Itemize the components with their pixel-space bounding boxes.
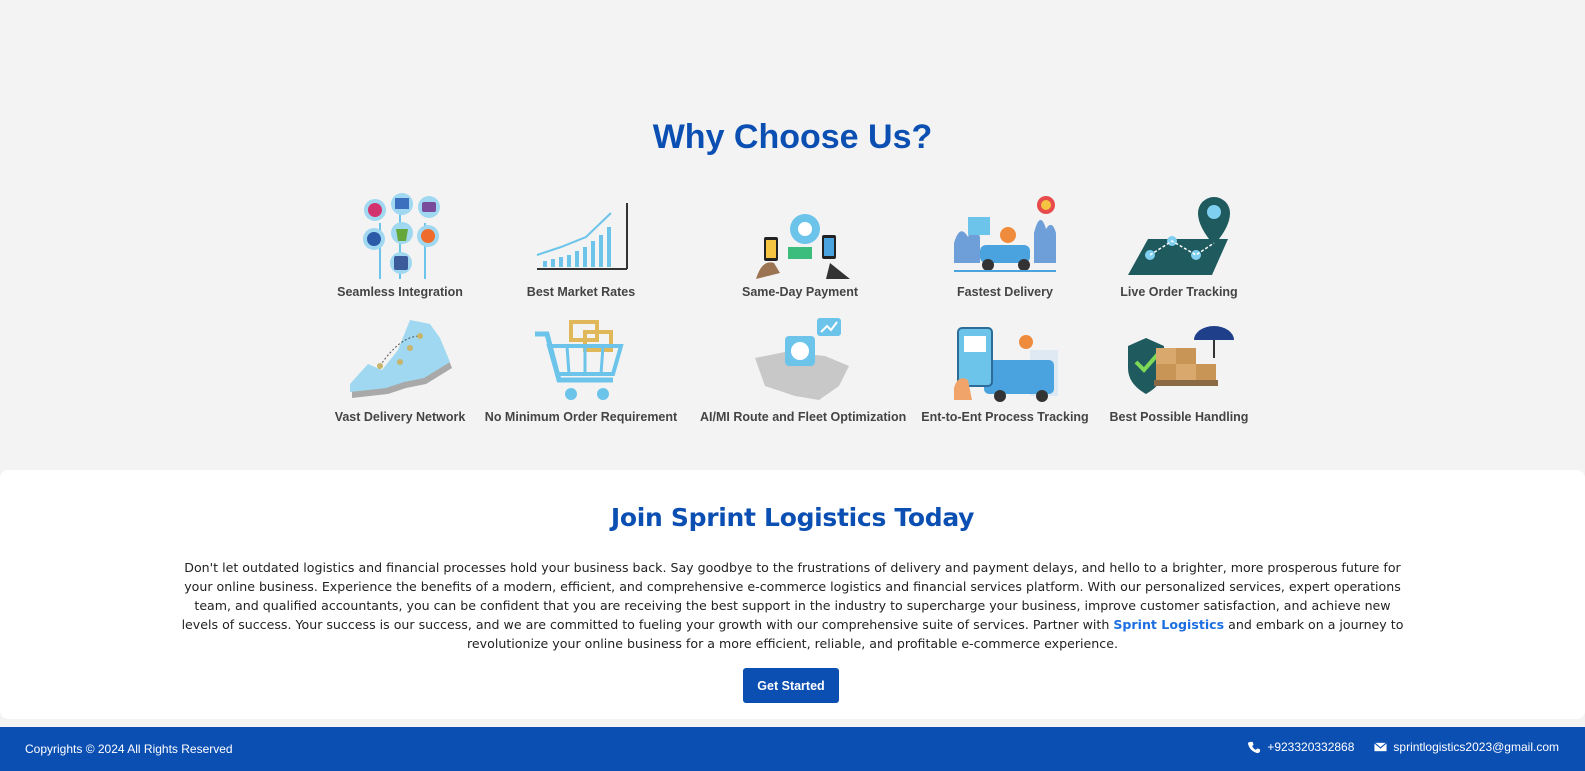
footer: Copyrights © 2024 All Rights Reserved +9… <box>0 727 1585 771</box>
feature-process-tracking: Ent-to-Ent Process Tracking <box>905 318 1105 424</box>
market-rates-icon <box>536 203 628 270</box>
email-icon <box>1374 742 1388 752</box>
integration-icon <box>363 193 440 279</box>
email-link[interactable]: sprintlogistics2023@gmail.com <box>1393 740 1559 754</box>
join-section: Join Sprint Logistics Today Don't let ou… <box>0 470 1585 719</box>
feature-label: Best Market Rates <box>526 285 636 299</box>
delivery-icon <box>954 196 1056 272</box>
get-started-button[interactable]: Get Started <box>743 668 839 703</box>
section-title: Why Choose Us? <box>652 118 933 156</box>
feature-label: AI/MI Route and Fleet Optimization <box>700 410 907 424</box>
copyright-text: Copyrights © 2024 All Rights Reserved <box>25 742 233 756</box>
feature-label: Same-Day Payment <box>741 285 859 299</box>
feature-live-order-tracking: Live Order Tracking <box>1079 193 1279 299</box>
feature-best-handling: Best Possible Handling <box>1079 318 1279 424</box>
tracking-icon <box>1128 197 1230 275</box>
feature-label: Live Order Tracking <box>1120 285 1238 299</box>
why-choose-us-section: Why Choose Us? Seamless Integration Best… <box>0 0 1585 470</box>
feature-seamless-integration: Seamless Integration <box>300 193 500 299</box>
process-tracking-icon <box>954 327 1058 402</box>
feature-label: Fastest Delivery <box>957 285 1053 299</box>
feature-label: Vast Delivery Network <box>334 410 466 424</box>
brand-name: Sprint Logistics <box>1113 617 1225 632</box>
payment-icon <box>756 214 850 279</box>
phone-link[interactable]: +923320332868 <box>1267 740 1354 754</box>
join-description: Don't let outdated logistics and financi… <box>180 558 1405 653</box>
feature-best-market-rates: Best Market Rates <box>481 193 681 299</box>
ai-route-icon <box>755 318 849 400</box>
feature-same-day-payment: Same-Day Payment <box>700 193 900 299</box>
phone-icon <box>1248 741 1261 753</box>
feature-label: Ent-to-Ent Process Tracking <box>921 410 1089 424</box>
footer-contact: +923320332868 sprintlogistics2023@gmail.… <box>1248 740 1559 754</box>
feature-no-minimum-order: No Minimum Order Requirement <box>481 318 681 424</box>
network-map-icon <box>350 320 452 398</box>
feature-vast-delivery-network: Vast Delivery Network <box>300 318 500 424</box>
feature-ai-route-optimization: AI/MI Route and Fleet Optimization <box>700 318 907 424</box>
join-title: Join Sprint Logistics Today <box>610 503 975 532</box>
feature-fastest-delivery: Fastest Delivery <box>905 193 1105 299</box>
feature-label: Best Possible Handling <box>1109 410 1249 424</box>
feature-label: No Minimum Order Requirement <box>484 410 678 424</box>
cart-icon <box>535 320 624 400</box>
handling-icon <box>1128 326 1234 394</box>
feature-label: Seamless Integration <box>337 285 463 299</box>
